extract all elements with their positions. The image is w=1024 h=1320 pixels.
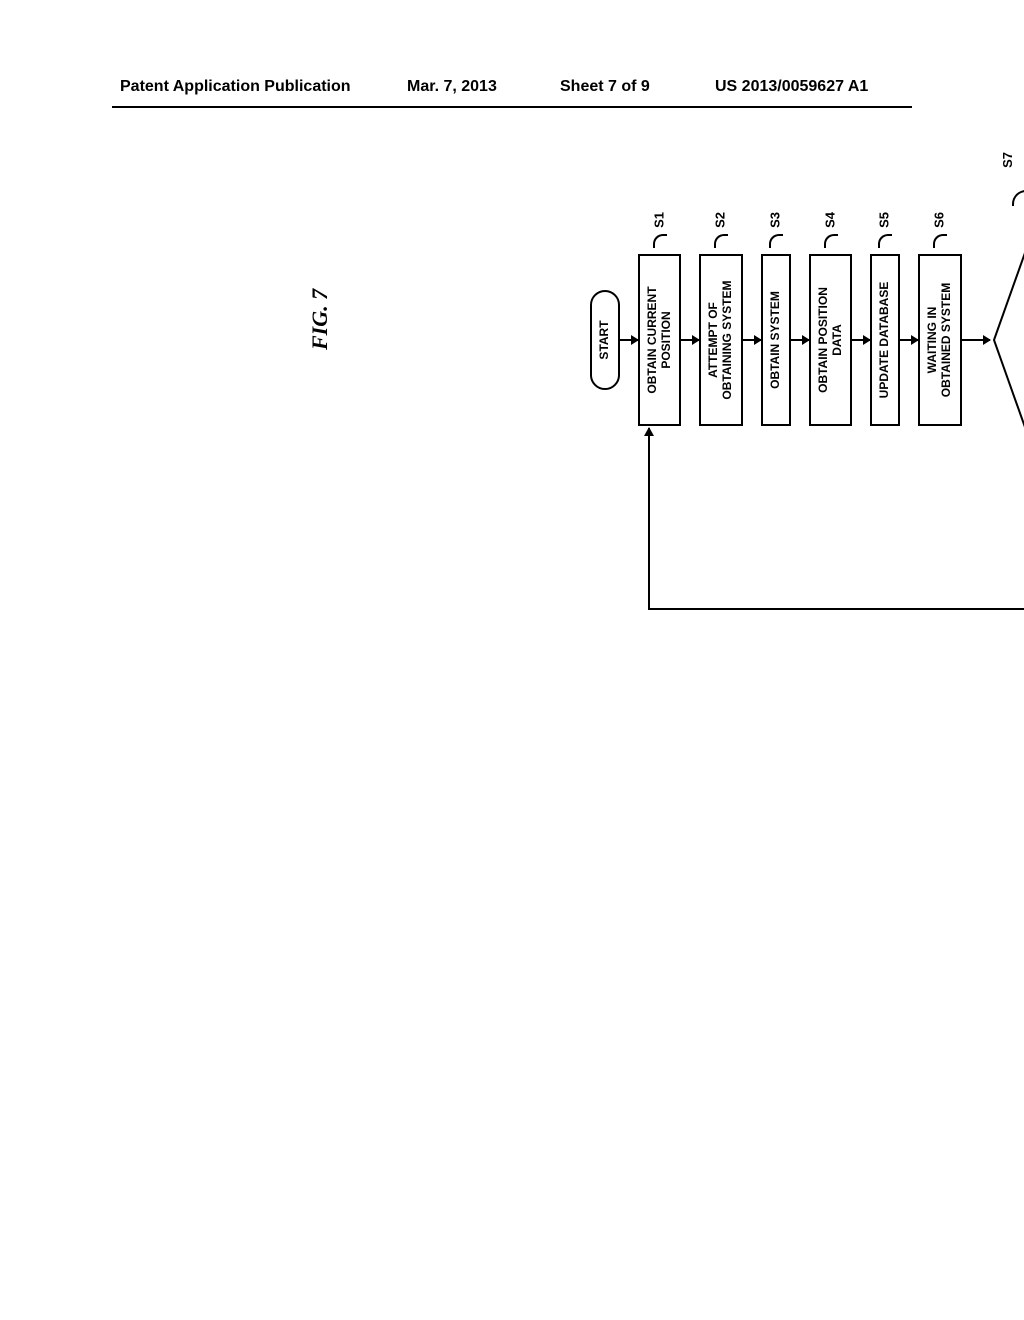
arrow-icon xyxy=(743,339,761,341)
flow-step-s3: OBTAIN SYSTEM S3 xyxy=(761,254,791,426)
arrow-icon xyxy=(900,339,918,341)
decision-id: S7 xyxy=(1000,152,1015,168)
flow-step-id: S4 xyxy=(823,212,838,228)
header-date: Mar. 7, 2013 xyxy=(407,78,497,96)
header-rule xyxy=(112,106,912,108)
header-patent-number: US 2013/0059627 A1 xyxy=(715,78,868,96)
flow-step-text: OBTAIN CURRENTPOSITION xyxy=(645,286,673,393)
flowchart: START OBTAIN CURRENTPOSITION S1 ATTEMPT … xyxy=(590,250,1024,430)
flow-step-text: OBTAIN SYSTEM xyxy=(768,291,782,389)
flow-step-id: S1 xyxy=(652,212,667,228)
flow-decision-s7: S7 i ii iii iv i: RESELECTION COMMUNICAT… xyxy=(990,80,1024,600)
flow-step-text: ATTEMPT OFOBTAINING SYSTEM xyxy=(706,280,734,399)
flow-step-text: OBTAIN POSITIONDATA xyxy=(816,287,844,393)
label-connector xyxy=(769,234,783,248)
flow-step-text: WAITING INOBTAINED SYSTEM xyxy=(925,283,953,397)
label-connector xyxy=(714,234,728,248)
flow-step-s1: OBTAIN CURRENTPOSITION S1 xyxy=(638,254,682,426)
flow-step-s2: ATTEMPT OFOBTAINING SYSTEM S2 xyxy=(699,254,743,426)
flow-step-id: S6 xyxy=(933,212,948,228)
flow-step-id: S2 xyxy=(714,212,729,228)
arrow-icon xyxy=(620,339,638,341)
arrow-icon xyxy=(791,339,809,341)
flow-step-s5: UPDATE DATABASE S5 xyxy=(870,254,900,426)
arrow-icon xyxy=(962,339,990,341)
flow-step-s6: WAITING INOBTAINED SYSTEM S6 xyxy=(918,254,962,426)
label-connector xyxy=(653,234,667,248)
label-connector xyxy=(933,234,947,248)
header-sheet: Sheet 7 of 9 xyxy=(560,78,650,96)
loop-back-connector xyxy=(648,428,1024,610)
figure-label: FIG. 7 xyxy=(307,289,333,350)
flow-step-s4: OBTAIN POSITIONDATA S4 xyxy=(809,254,853,426)
flow-step-id: S5 xyxy=(878,212,893,228)
label-connector xyxy=(824,234,838,248)
arrow-icon xyxy=(852,339,870,341)
arrow-icon xyxy=(681,339,699,341)
flow-step-text: UPDATE DATABASE xyxy=(877,282,891,399)
flow-step-id: S3 xyxy=(768,212,783,228)
header-publication: Patent Application Publication xyxy=(120,78,351,96)
label-connector xyxy=(878,234,892,248)
flow-start: START xyxy=(590,290,620,390)
